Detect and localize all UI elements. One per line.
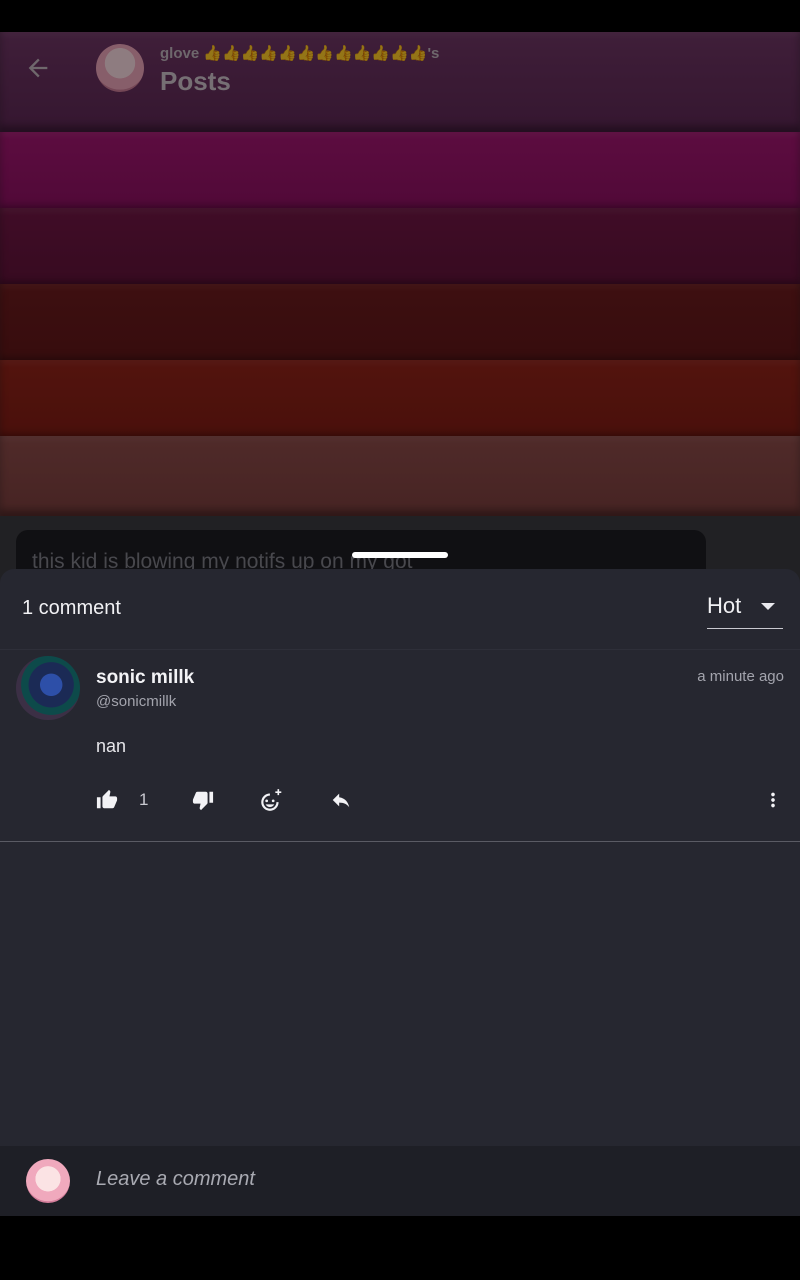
comment-actions: 1 [0, 780, 800, 820]
commenter-name[interactable]: sonic millk [96, 667, 194, 689]
comment-input[interactable]: Leave a comment [96, 1168, 255, 1191]
thumb-down-icon [192, 791, 214, 811]
commenter-avatar[interactable] [16, 656, 80, 720]
add-reaction-button[interactable] [258, 788, 284, 812]
reply-icon [332, 793, 350, 808]
comments-divider [0, 841, 800, 842]
sort-dropdown[interactable]: Hot [707, 591, 783, 629]
thumb-up-icon [96, 789, 118, 809]
comment-timestamp: a minute ago [697, 668, 784, 685]
current-user-avatar [26, 1159, 70, 1203]
more-vertical-icon [771, 792, 775, 808]
dislike-button[interactable] [192, 788, 214, 812]
sheet-drag-handle[interactable] [352, 552, 448, 558]
caret-down-icon [761, 603, 775, 610]
system-navigation-bar [0, 1216, 800, 1280]
comments-header: 1 comment Hot [0, 569, 800, 645]
reply-button[interactable] [329, 788, 353, 812]
comments-sheet: 1 comment Hot sonic millk @sonicmillk a … [0, 569, 800, 1216]
like-button[interactable] [96, 788, 118, 812]
commenter-handle: @sonicmillk [96, 693, 177, 710]
more-options-button[interactable] [762, 788, 784, 812]
sort-selected-value: Hot [707, 593, 742, 618]
comment-count: 1 comment [22, 597, 121, 619]
like-count: 1 [139, 790, 149, 809]
comment-item[interactable]: sonic millk @sonicmillk a minute ago nan… [0, 649, 800, 842]
comment-composer[interactable]: Leave a comment [0, 1146, 800, 1216]
comment-body: nan [96, 736, 127, 756]
status-bar [0, 0, 800, 32]
add-reaction-icon [261, 789, 282, 811]
